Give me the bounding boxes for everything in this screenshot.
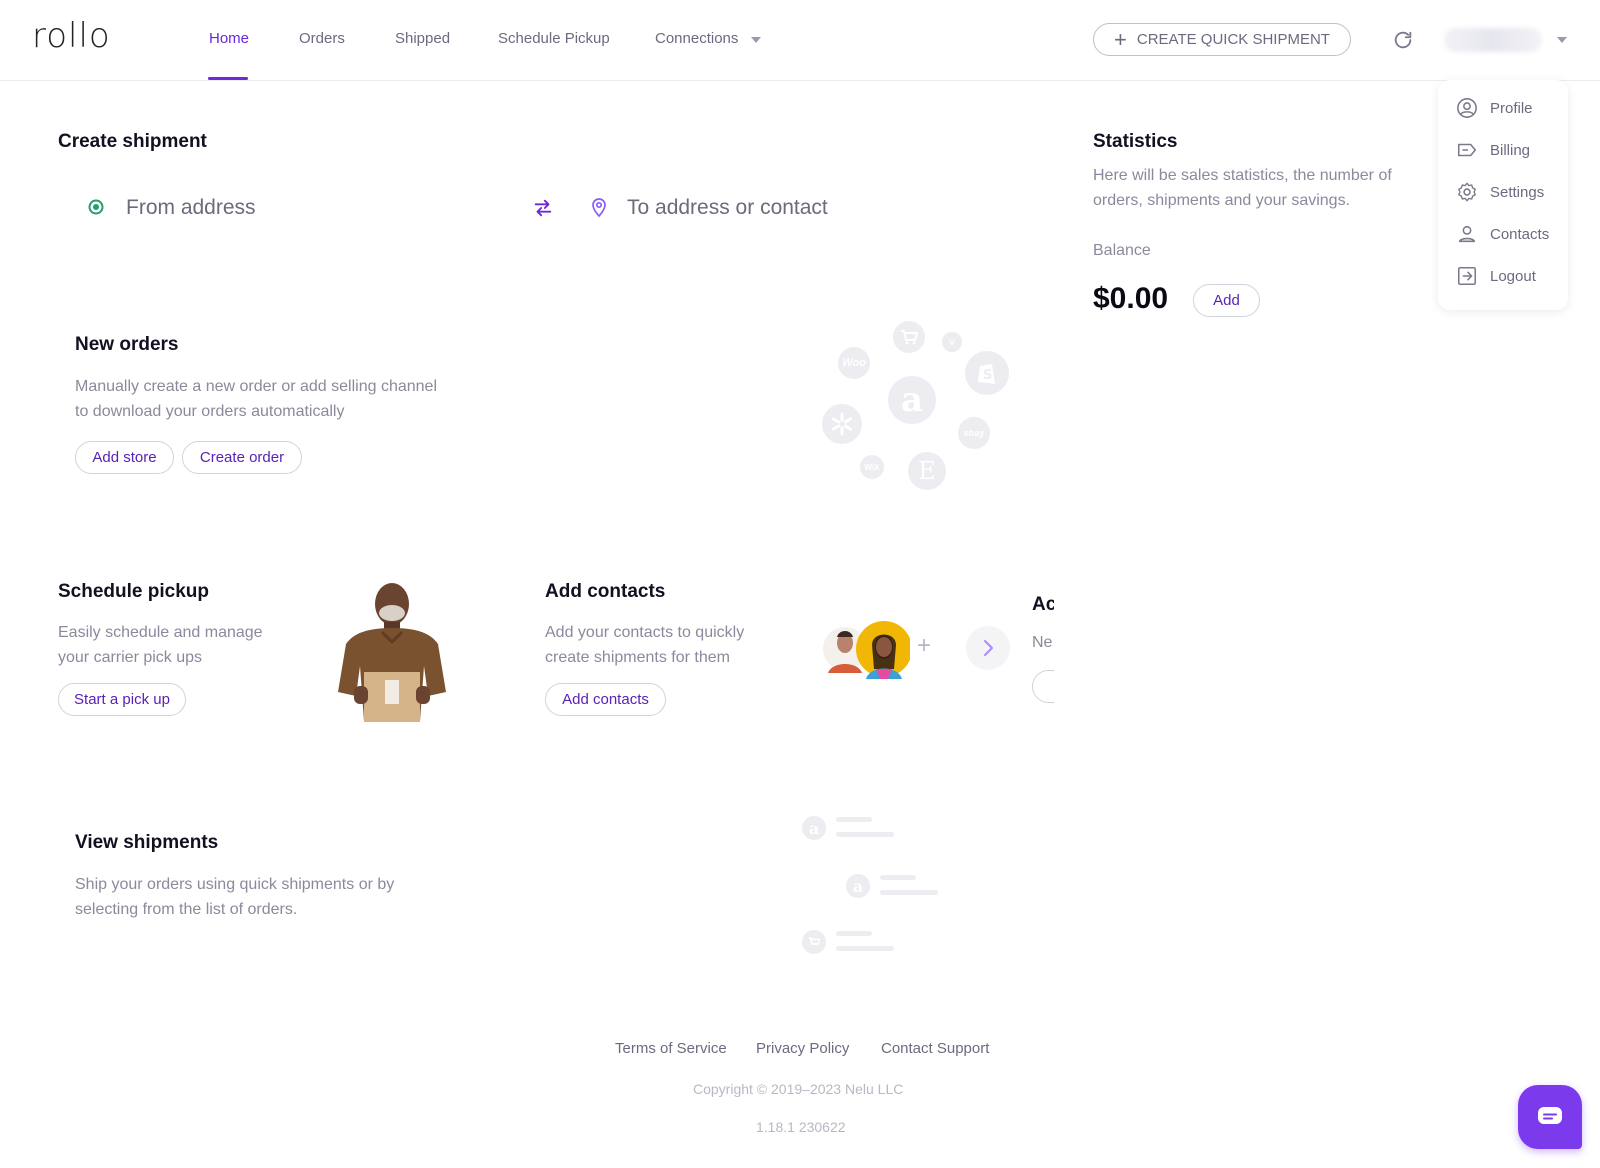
- list-line: [880, 875, 916, 880]
- menu-item-label: Logout: [1490, 267, 1536, 285]
- chat-support-button[interactable]: [1518, 1085, 1582, 1149]
- schedule-pickup-description: Easily schedule and manage your carrier …: [58, 620, 263, 670]
- new-orders-title: New orders: [75, 334, 179, 355]
- connections-chevron-down-icon[interactable]: [751, 37, 761, 43]
- rollo-logo[interactable]: rollo: [32, 16, 111, 56]
- from-location-dot-icon: [88, 199, 104, 215]
- list-line: [836, 931, 872, 936]
- top-header: rollo Home Orders Shipped Schedule Picku…: [0, 0, 1600, 81]
- nav-home[interactable]: Home: [209, 30, 249, 47]
- plus-icon: +: [1114, 26, 1127, 52]
- statistics-title: Statistics: [1093, 131, 1178, 152]
- tag-icon: [1457, 143, 1477, 157]
- view-shipments-title: View shipments: [75, 832, 219, 853]
- add-contacts-title: Add contacts: [545, 581, 666, 602]
- amazon-logo-icon: a: [846, 874, 870, 898]
- menu-item-label: Contacts: [1490, 225, 1550, 243]
- swap-arrows-icon[interactable]: [532, 197, 554, 219]
- cart-icon: [893, 321, 925, 353]
- shopify-logo-icon: S: [965, 351, 1009, 395]
- person-icon: [1458, 225, 1476, 243]
- add-contacts-description-line: Add your contacts to quickly: [545, 624, 745, 641]
- logout-icon: [1457, 266, 1477, 286]
- statistics-description-line: Here will be sales statistics, the numbe…: [1093, 167, 1392, 184]
- nav-orders[interactable]: Orders: [299, 30, 345, 47]
- svg-text:S: S: [983, 368, 992, 383]
- from-address-input[interactable]: From address: [126, 196, 256, 220]
- refresh-icon[interactable]: [1392, 29, 1414, 51]
- list-line: [880, 890, 938, 895]
- statistics-description: Here will be sales statistics, the numbe…: [1093, 163, 1392, 213]
- plus-icon: +: [917, 632, 932, 659]
- etsy-logo-icon: E: [908, 452, 946, 490]
- create-shipment-title: Create shipment: [58, 131, 207, 152]
- add-contacts-description: Add your contacts to quickly create ship…: [545, 620, 744, 670]
- create-order-button[interactable]: Create order: [182, 441, 302, 474]
- next-card-partial: Ac Ne: [1030, 580, 1054, 710]
- contacts-avatars-illustration: [823, 621, 910, 679]
- wix-logo-icon: WiX: [860, 455, 884, 479]
- schedule-pickup-title: Schedule pickup: [58, 581, 209, 602]
- amazon-logo-icon: a: [802, 816, 826, 840]
- chevron-right-icon: [984, 640, 993, 656]
- nav-shipped[interactable]: Shipped: [395, 30, 450, 47]
- schedule-pickup-description-line: your carrier pick ups: [58, 649, 203, 666]
- add-store-button[interactable]: Add store: [75, 441, 174, 474]
- add-contacts-button[interactable]: Add contacts: [545, 683, 666, 716]
- list-line: [836, 817, 872, 822]
- ebay-logo-icon: ebay: [958, 417, 990, 449]
- balance-label: Balance: [1093, 242, 1151, 259]
- view-shipments-description-line: Ship your orders using quick shipments o…: [75, 876, 395, 893]
- to-address-input[interactable]: To address or contact: [627, 196, 828, 220]
- amazon-logo-icon: a: [888, 376, 936, 424]
- balance-value: $0.00: [1093, 282, 1169, 315]
- active-nav-indicator: [208, 77, 248, 80]
- next-card-title: Ac: [1032, 594, 1054, 615]
- menu-item-billing[interactable]: Billing: [1456, 138, 1530, 162]
- terms-of-service-link[interactable]: Terms of Service: [615, 1040, 727, 1057]
- new-orders-description: Manually create a new order or add selli…: [75, 374, 437, 424]
- version-text: 1.18.1 230622: [756, 1119, 846, 1135]
- new-orders-description-line: Manually create a new order or add selli…: [75, 378, 437, 395]
- woocommerce-logo-icon: Woo: [838, 347, 870, 379]
- add-balance-button[interactable]: Add: [1193, 284, 1260, 317]
- add-contacts-description-line: create shipments for them: [545, 649, 730, 666]
- user-dropdown-menu: Profile Billing Settings Contacts Logout: [1438, 80, 1568, 310]
- nav-connections[interactable]: Connections: [655, 30, 738, 47]
- menu-item-label: Profile: [1490, 99, 1533, 117]
- chat-bubble-icon: [1538, 1107, 1562, 1124]
- schedule-pickup-description-line: Easily schedule and manage: [58, 624, 263, 641]
- list-line: [836, 946, 894, 951]
- gear-icon: [1458, 182, 1476, 202]
- menu-item-contacts[interactable]: Contacts: [1456, 222, 1549, 246]
- menu-item-profile[interactable]: Profile: [1456, 96, 1533, 120]
- user-account-name[interactable]: [1444, 28, 1542, 52]
- menu-item-settings[interactable]: Settings: [1456, 180, 1544, 204]
- next-card-description: Ne: [1032, 634, 1053, 651]
- list-line: [836, 832, 894, 837]
- create-quick-shipment-button[interactable]: + CREATE QUICK SHIPMENT: [1093, 23, 1351, 56]
- bigcommerce-logo-icon: v: [942, 332, 962, 352]
- menu-item-logout[interactable]: Logout: [1456, 264, 1536, 288]
- contact-support-link[interactable]: Contact Support: [881, 1040, 989, 1057]
- carousel-next-button[interactable]: [966, 626, 1010, 670]
- cart-icon: [802, 930, 826, 954]
- new-orders-description-line: to download your orders automatically: [75, 403, 345, 420]
- statistics-description-line: orders, shipments and your savings.: [1093, 192, 1351, 209]
- quick-shipment-label: CREATE QUICK SHIPMENT: [1136, 31, 1330, 48]
- user-circle-icon: [1457, 98, 1477, 118]
- view-shipments-description: Ship your orders using quick shipments o…: [75, 872, 394, 922]
- privacy-policy-link[interactable]: Privacy Policy: [756, 1040, 849, 1057]
- next-card-button[interactable]: [1032, 670, 1054, 703]
- nav-schedule-pickup[interactable]: Schedule Pickup: [498, 30, 610, 47]
- view-shipments-description-line: selecting from the list of orders.: [75, 901, 298, 918]
- copyright-text: Copyright © 2019–2023 Nelu LLC: [693, 1081, 904, 1097]
- location-pin-icon: [592, 198, 606, 218]
- menu-item-label: Billing: [1490, 141, 1531, 159]
- walmart-logo-icon: [822, 404, 862, 444]
- user-menu-chevron-down-icon[interactable]: [1557, 37, 1567, 43]
- delivery-person-illustration: [338, 583, 446, 722]
- menu-item-label: Settings: [1490, 183, 1545, 201]
- start-pickup-button[interactable]: Start a pick up: [58, 683, 186, 716]
